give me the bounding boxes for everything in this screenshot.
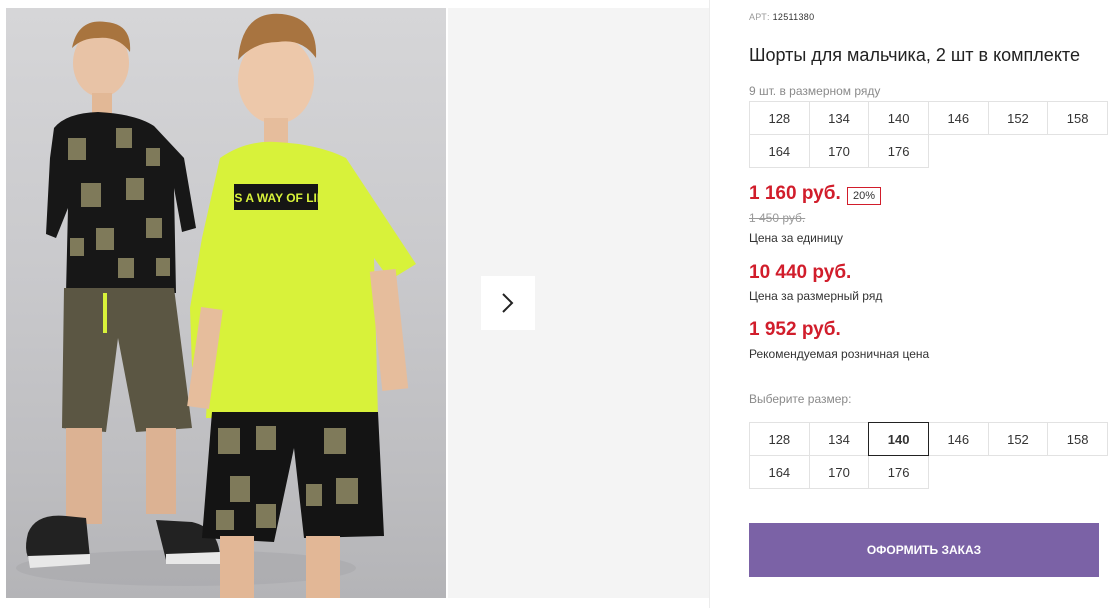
size-option-176[interactable]: 176 — [868, 455, 929, 489]
column-divider — [709, 0, 710, 608]
size-option-170[interactable]: 170 — [808, 455, 870, 489]
size-row-cell: 176 — [868, 134, 929, 168]
right-boy-figure: IT`S A WAY OF LIFE — [187, 13, 416, 598]
place-order-button[interactable]: ОФОРМИТЬ ЗАКАЗ — [749, 523, 1099, 577]
product-title: Шорты для мальчика, 2 шт в комплекте — [749, 45, 1080, 65]
size-option-152[interactable]: 152 — [987, 422, 1049, 456]
size-option-164[interactable]: 164 — [749, 455, 810, 489]
size-row-cell: 128 — [749, 101, 810, 135]
row-price: 10 440 руб. — [749, 262, 852, 283]
size-row-cell: 152 — [987, 101, 1049, 135]
svg-text:IT`S A WAY OF LIFE: IT`S A WAY OF LIFE — [220, 191, 332, 205]
old-price: 1 450 руб. — [749, 211, 806, 225]
size-row-cell: 134 — [808, 101, 870, 135]
chevron-right-icon — [502, 293, 514, 313]
choose-size-label: Выберите размер: — [749, 392, 852, 406]
row-price-caption: Цена за размерный ряд — [749, 289, 883, 303]
discount-badge: 20% — [847, 187, 882, 205]
size-row-cell: 146 — [927, 101, 989, 135]
size-row-cell: 158 — [1047, 101, 1108, 135]
unit-price-caption: Цена за единицу — [749, 231, 844, 245]
retail-price: 1 952 руб. — [749, 319, 841, 340]
retail-price-caption: Рекомендуемая розничная цена — [749, 347, 930, 361]
product-photo-illustration: IT`S A WAY OF LIFE — [16, 13, 416, 598]
gallery-next-button[interactable] — [481, 276, 535, 330]
size-row-note: 9 шт. в размерном ряду — [749, 84, 881, 98]
article-number: 12511380 — [772, 12, 815, 22]
product-photo: IT`S A WAY OF LIFE — [6, 8, 446, 598]
size-option-140[interactable]: 140 — [868, 422, 929, 456]
size-option-146[interactable]: 146 — [927, 422, 989, 456]
size-row-cell: 140 — [868, 101, 929, 135]
size-option-134[interactable]: 134 — [808, 422, 870, 456]
unit-price: 1 160 руб. — [749, 183, 841, 204]
size-row-cell: 164 — [749, 134, 810, 168]
size-option-128[interactable]: 128 — [749, 422, 810, 456]
article-label: АРТ: — [749, 12, 770, 22]
size-option-158[interactable]: 158 — [1047, 422, 1108, 456]
article-line: АРТ: 12511380 — [749, 12, 814, 22]
size-row-cell: 170 — [808, 134, 870, 168]
size-row-grid: 128 134 140 146 152 158 164 170 176 — [749, 101, 1108, 168]
size-selector: 128 134 140 146 152 158 164 170 176 — [749, 422, 1108, 489]
left-boy-figure — [26, 21, 220, 568]
product-gallery: IT`S A WAY OF LIFE — [0, 0, 709, 608]
